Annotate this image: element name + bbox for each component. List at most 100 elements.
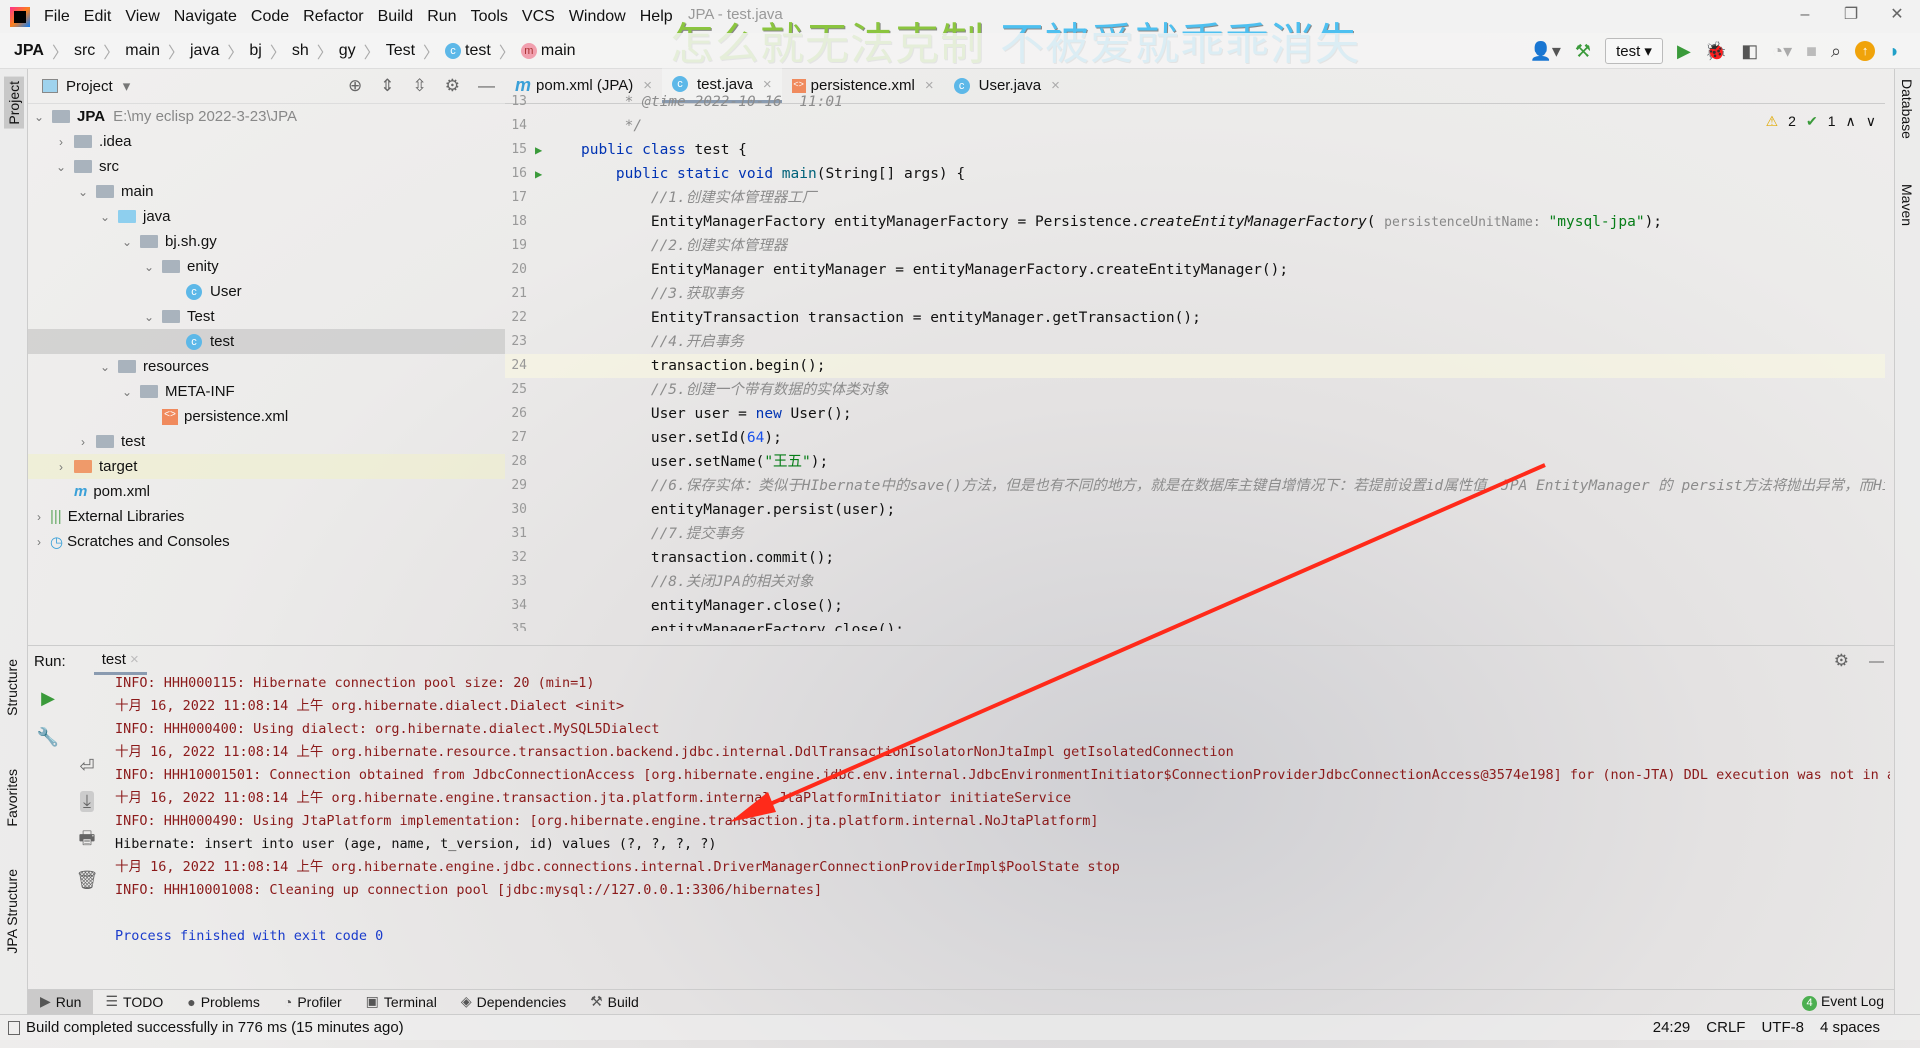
breadcrumb-item[interactable]: bj bbox=[249, 42, 261, 60]
tool-window-dependencies[interactable]: ◈ Dependencies bbox=[449, 993, 578, 1010]
breadcrumb-item[interactable]: JPA bbox=[14, 42, 44, 60]
expand-all-icon[interactable]: ⇕ bbox=[380, 76, 394, 96]
menu-window[interactable]: Window bbox=[569, 8, 626, 26]
tree-item-pom-xml[interactable]: m pom.xml bbox=[28, 479, 505, 504]
tree-item-java[interactable]: ⌄ java bbox=[28, 204, 505, 229]
tree-item-scratches-and-consoles[interactable]: › ◷ Scratches and Consoles bbox=[28, 529, 505, 554]
stripe-project[interactable]: Project bbox=[4, 77, 24, 129]
run-tab-test[interactable]: test × bbox=[93, 647, 147, 675]
chevron-down-icon[interactable]: ⌄ bbox=[98, 210, 112, 224]
close-icon[interactable]: × bbox=[130, 651, 139, 668]
gear-icon[interactable]: ⚙ bbox=[445, 76, 460, 96]
stripe-structure[interactable]: Structure bbox=[4, 659, 20, 716]
breadcrumb-item[interactable]: main bbox=[125, 42, 160, 60]
menu-navigate[interactable]: Navigate bbox=[174, 8, 237, 26]
tool-window-terminal[interactable]: ▣ Terminal bbox=[354, 993, 449, 1010]
code-editor[interactable]: 13 * @time 2022-10-16 11:01 14 */15 ▶ publi… bbox=[505, 90, 1885, 631]
chevron-down-icon[interactable]: ⌄ bbox=[98, 360, 112, 374]
update-icon[interactable]: ↑ bbox=[1855, 41, 1876, 61]
status-toggle-icon[interactable] bbox=[8, 1020, 20, 1035]
chevron-right-icon[interactable]: › bbox=[54, 460, 68, 474]
run-gutter-icon[interactable]: ▶ bbox=[535, 138, 542, 162]
tool-window-todo[interactable]: ☰ TODO bbox=[93, 993, 175, 1010]
soft-wrap-icon[interactable]: ⏎ bbox=[79, 756, 94, 777]
tree-item-test[interactable]: › test bbox=[28, 429, 505, 454]
tool-window-problems[interactable]: ● Problems bbox=[175, 994, 272, 1010]
user-icon[interactable]: 👤▾ bbox=[1529, 41, 1560, 62]
breadcrumb-item[interactable]: sh bbox=[292, 42, 309, 60]
tool-window-profiler[interactable]: ◔ Profiler bbox=[272, 994, 354, 1010]
tree-item-bj-sh-gy[interactable]: ⌄ bj.sh.gy bbox=[28, 229, 505, 254]
menu-build[interactable]: Build bbox=[378, 8, 414, 26]
wrench-icon[interactable]: 🔧 bbox=[37, 727, 59, 748]
tree-item-resources[interactable]: ⌄ resources bbox=[28, 354, 505, 379]
stop-icon[interactable]: ■ bbox=[1806, 41, 1817, 62]
tree-item-meta-inf[interactable]: ⌄ META-INF bbox=[28, 379, 505, 404]
minimize-button[interactable]: – bbox=[1782, 0, 1828, 30]
chevron-down-icon[interactable]: ⌄ bbox=[76, 185, 90, 199]
breadcrumb-item[interactable]: java bbox=[190, 42, 219, 60]
tree-item-main[interactable]: ⌄ main bbox=[28, 179, 505, 204]
print-icon[interactable]: 🖶 bbox=[79, 826, 96, 856]
tool-window-run[interactable]: ▶ Run bbox=[28, 989, 94, 1014]
tree-item-test[interactable]: ⌄ Test bbox=[28, 304, 505, 329]
tree-item-external-libraries[interactable]: › ||| External Libraries bbox=[28, 504, 505, 529]
tree-item--idea[interactable]: › .idea bbox=[28, 129, 505, 154]
stripe-maven[interactable]: Maven bbox=[1899, 184, 1915, 226]
profile-icon[interactable]: ◔▾ bbox=[1772, 41, 1792, 62]
breadcrumb-item[interactable]: gy bbox=[339, 42, 356, 60]
inspection-widget[interactable]: ⚠ 2 ✔ 1 ∧ ∨ bbox=[1766, 113, 1876, 130]
tree-item-persistence-xml[interactable]: <> persistence.xml bbox=[28, 404, 505, 429]
chevron-down-icon[interactable]: ⌄ bbox=[54, 160, 68, 174]
tree-item-target[interactable]: › target bbox=[28, 454, 505, 479]
scroll-to-end-icon[interactable]: ⤓ bbox=[80, 791, 94, 812]
breadcrumb-item[interactable]: Test bbox=[386, 42, 415, 60]
chevron-down-icon[interactable]: ⌄ bbox=[32, 110, 46, 124]
tree-item-src[interactable]: ⌄ src bbox=[28, 154, 505, 179]
chevron-right-icon[interactable]: › bbox=[76, 435, 90, 449]
search-icon[interactable]: ⌕ bbox=[1831, 41, 1841, 62]
tool-window-build[interactable]: ⚒ Build bbox=[578, 993, 651, 1010]
indent-setting[interactable]: 4 spaces bbox=[1820, 1019, 1880, 1036]
menu-view[interactable]: View bbox=[125, 8, 159, 26]
menu-help[interactable]: Help bbox=[640, 8, 673, 26]
tree-item-user[interactable]: c User bbox=[28, 279, 505, 304]
menu-vcs[interactable]: VCS bbox=[522, 8, 555, 26]
tree-item-enity[interactable]: ⌄ enity bbox=[28, 254, 505, 279]
chevron-down-icon[interactable]: ▾ bbox=[123, 77, 131, 95]
trash-icon[interactable]: 🗑 bbox=[76, 870, 99, 891]
restore-button[interactable]: ❐ bbox=[1828, 0, 1874, 30]
menu-tools[interactable]: Tools bbox=[471, 8, 508, 26]
gear-icon[interactable]: ⚙ bbox=[1834, 651, 1849, 671]
console-output[interactable]: INFO: HHH000115: Hibernate connection po… bbox=[115, 672, 1890, 972]
menu-edit[interactable]: Edit bbox=[84, 8, 112, 26]
menu-file[interactable]: File bbox=[44, 8, 70, 26]
menu-run[interactable]: Run bbox=[427, 8, 456, 26]
collapse-all-icon[interactable]: ⇳ bbox=[413, 76, 427, 96]
prev-highlight-icon[interactable]: ∧ bbox=[1846, 113, 1856, 130]
menu-refactor[interactable]: Refactor bbox=[303, 8, 363, 26]
next-highlight-icon[interactable]: ∨ bbox=[1866, 113, 1876, 130]
file-encoding[interactable]: UTF-8 bbox=[1761, 1019, 1804, 1036]
close-button[interactable]: ✕ bbox=[1874, 0, 1920, 30]
tree-item-jpa[interactable]: ⌄ JPA E:\my eclisp 2022-3-23\JPA bbox=[28, 104, 505, 129]
line-separator[interactable]: CRLF bbox=[1706, 1019, 1745, 1036]
hide-icon[interactable]: — bbox=[1869, 653, 1884, 670]
chevron-down-icon[interactable]: ⌄ bbox=[142, 260, 156, 274]
code-with-me-icon[interactable]: ◗ bbox=[1889, 41, 1900, 62]
menu-code[interactable]: Code bbox=[251, 8, 289, 26]
locate-icon[interactable]: ⊕ bbox=[348, 76, 362, 96]
chevron-down-icon[interactable]: ⌄ bbox=[120, 385, 134, 399]
debug-icon[interactable]: 🐞 bbox=[1705, 41, 1727, 62]
chevron-right-icon[interactable]: › bbox=[54, 135, 68, 149]
breadcrumb-item[interactable]: c test bbox=[445, 42, 491, 60]
run-config-select[interactable]: test ▾ bbox=[1605, 38, 1663, 64]
rerun-icon[interactable]: ▶ bbox=[41, 688, 55, 709]
breadcrumb-item[interactable]: m main bbox=[520, 42, 576, 60]
project-view-select[interactable]: Project bbox=[66, 78, 113, 95]
stripe-database[interactable]: Database bbox=[1899, 79, 1915, 139]
build-hammer-icon[interactable]: ⚒ bbox=[1575, 41, 1591, 62]
chevron-down-icon[interactable]: ⌄ bbox=[142, 310, 156, 324]
run-gutter-icon[interactable]: ▶ bbox=[535, 162, 542, 186]
stripe-jpa-structure[interactable]: JPA Structure bbox=[4, 869, 20, 954]
